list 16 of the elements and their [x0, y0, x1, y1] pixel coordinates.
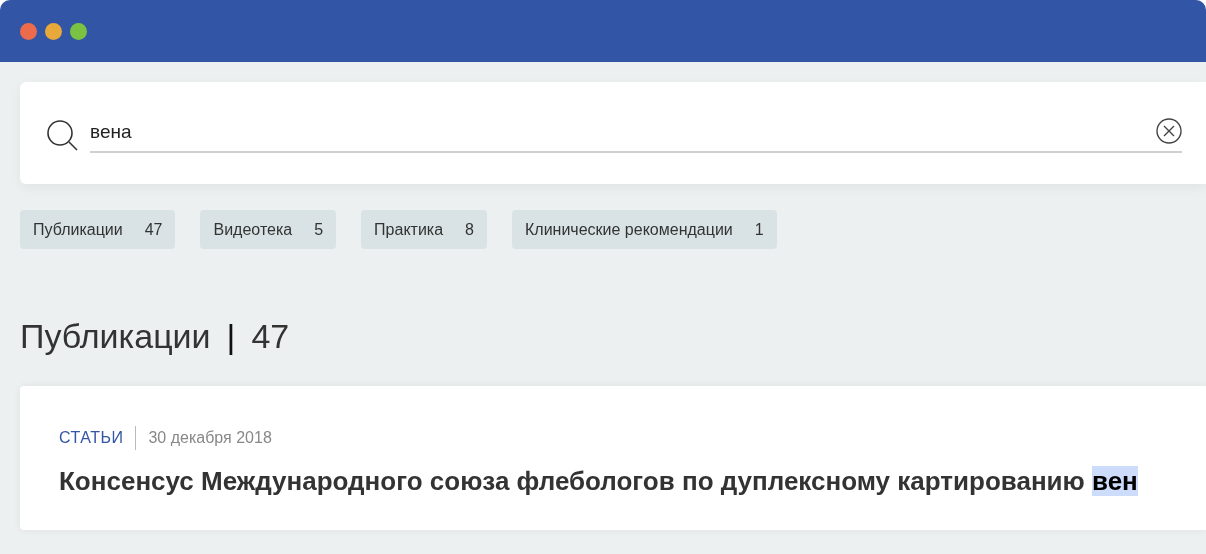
search-field[interactable]: вена	[90, 117, 1156, 147]
category-link[interactable]: СТАТЬИ	[59, 426, 137, 450]
article-title[interactable]: Консенсус Международного союза флебологов по дуплексному картированию вен	[59, 462, 1149, 500]
close-window-icon[interactable]	[20, 22, 37, 40]
filter-tab[interactable]: Практика 8	[361, 210, 487, 249]
section-count: 47	[251, 319, 290, 353]
filter-tab[interactable]: Видеотека 5	[200, 210, 337, 249]
separator: |	[226, 319, 236, 353]
maximize-window-icon[interactable]	[70, 22, 87, 40]
filter-tab[interactable]: Публикации 47	[20, 210, 176, 249]
search-icon	[46, 119, 80, 153]
publication-date: 30 декабря 2018	[147, 428, 272, 448]
clear-icon[interactable]	[1156, 118, 1182, 144]
minimize-window-icon[interactable]	[45, 22, 62, 40]
section-title: Публикации	[20, 319, 211, 353]
filter-tab[interactable]: Клинические рекомендации 1	[512, 210, 777, 249]
